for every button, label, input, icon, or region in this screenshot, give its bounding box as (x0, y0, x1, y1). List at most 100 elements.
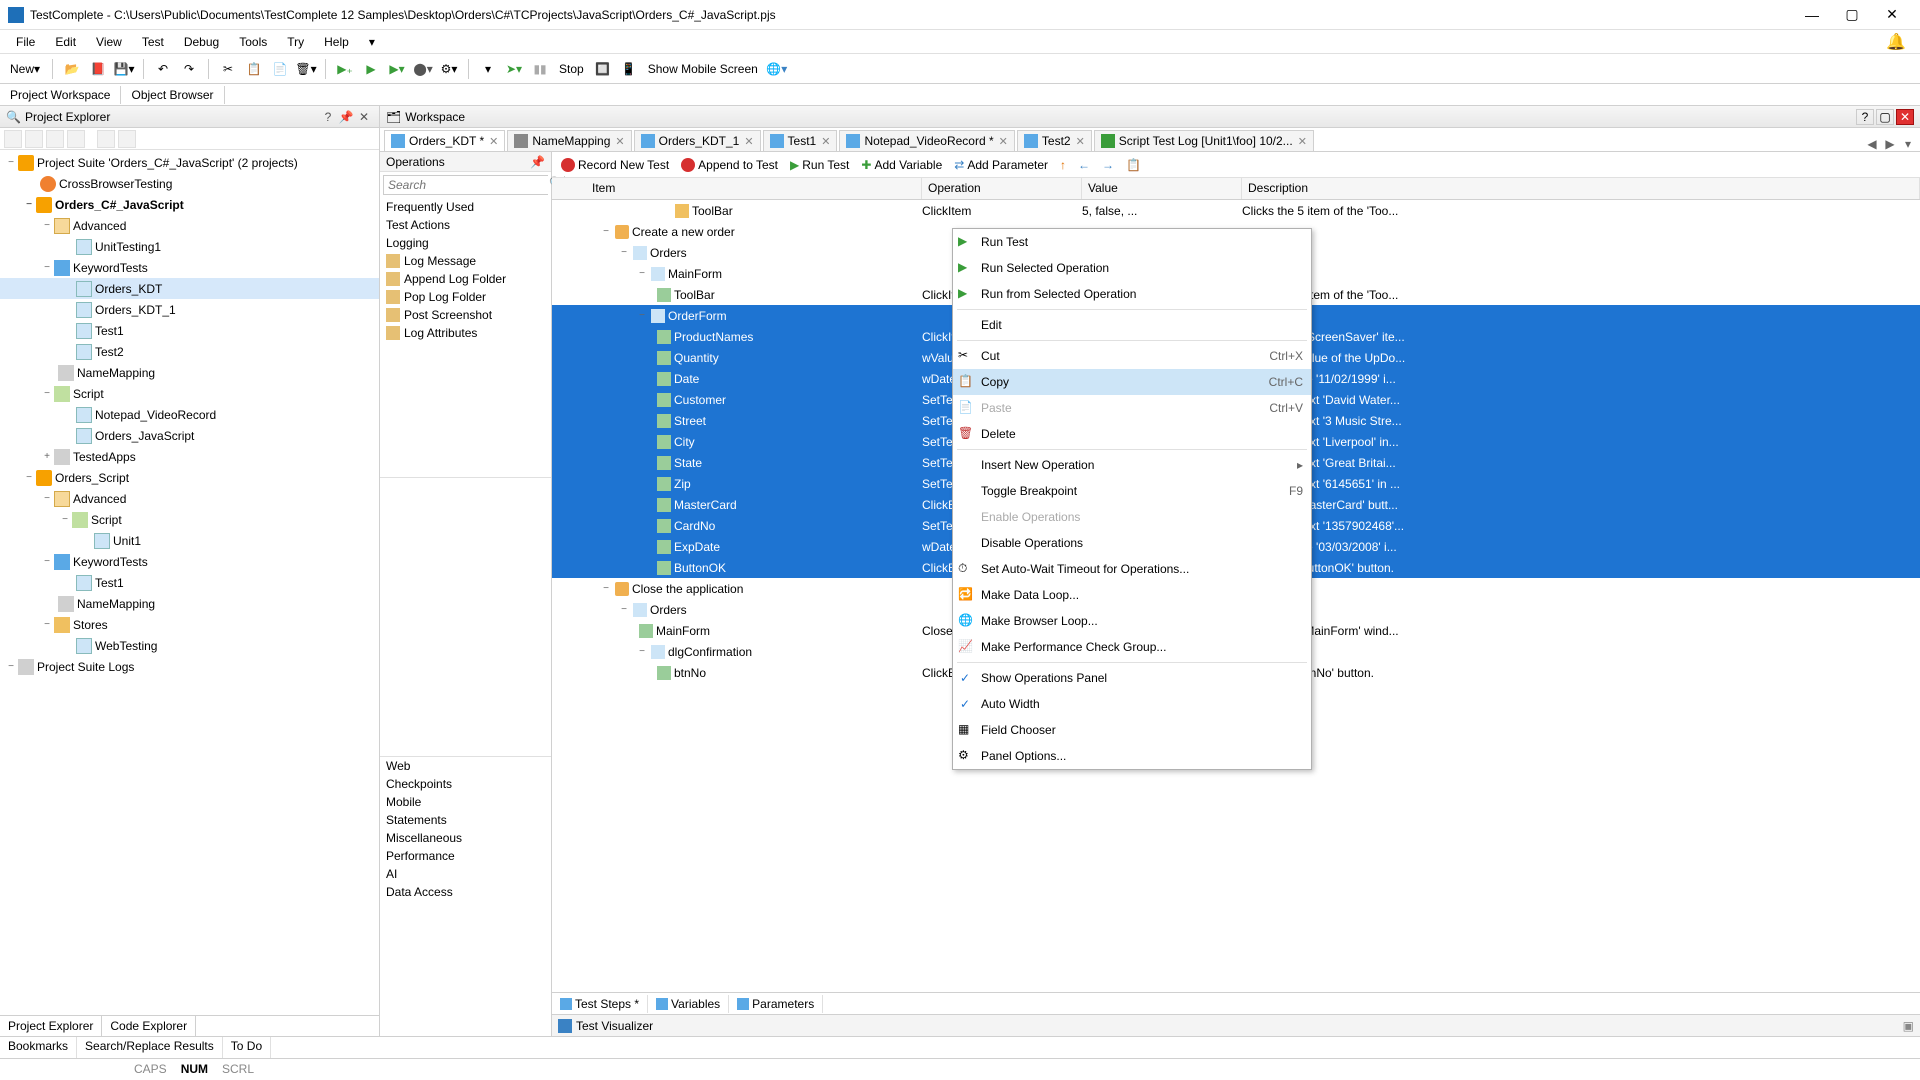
ops-cat-ai[interactable]: AI (380, 865, 551, 883)
close-project-icon[interactable]: 📕 (87, 58, 109, 80)
menu-tools[interactable]: Tools (231, 33, 275, 51)
tree-logs[interactable]: Project Suite Logs (37, 660, 134, 674)
visualizer-expand-icon[interactable]: ▣ (1903, 1019, 1914, 1033)
pause-icon[interactable]: ▮▮ (529, 58, 551, 80)
ctx-run-selected[interactable]: ▶Run Selected Operation (953, 255, 1311, 281)
ops-append-folder[interactable]: Append Log Folder (380, 270, 551, 288)
tree-test2[interactable]: Test2 (95, 345, 124, 359)
tree-adv[interactable]: Advanced (73, 219, 126, 233)
highlight-icon[interactable]: 🔲 (592, 58, 614, 80)
ctx-auto-width[interactable]: ✓Auto Width (953, 691, 1311, 717)
tree-nm2[interactable]: NameMapping (77, 597, 155, 611)
tb1[interactable] (4, 130, 22, 148)
tree-kwt2[interactable]: KeywordTests (73, 555, 148, 569)
menu-file[interactable]: File (8, 33, 43, 51)
append-to-test[interactable]: Append to Test (678, 157, 781, 173)
ctx-disable[interactable]: Disable Operations (953, 530, 1311, 556)
tree-kwt[interactable]: KeywordTests (73, 261, 148, 275)
record-new-test[interactable]: Record New Test (558, 157, 672, 173)
tb5[interactable] (97, 130, 115, 148)
doc-tab-test1[interactable]: Test1✕ (763, 130, 838, 151)
tab-prev-icon[interactable]: ◀ (1864, 137, 1880, 151)
tab-menu-icon[interactable]: ▾ (1900, 137, 1916, 151)
ctx-browser-loop[interactable]: 🌐Make Browser Loop... (953, 608, 1311, 634)
clipboard-icon[interactable]: 📋 (1123, 157, 1144, 173)
ctx-run-test[interactable]: ▶Run Test (953, 229, 1311, 255)
tree-root[interactable]: Project Suite 'Orders_C#_JavaScript' (2 … (37, 156, 298, 170)
ctx-edit[interactable]: Edit (953, 312, 1311, 338)
left-arrow-icon[interactable]: ← (1075, 157, 1093, 173)
ops-cat-actions[interactable]: Test Actions (380, 216, 551, 234)
ops-cat-web[interactable]: Web (380, 757, 551, 775)
pin-icon[interactable]: 📌 (337, 110, 355, 124)
minimize-button[interactable]: — (1792, 3, 1832, 27)
ctx-cut[interactable]: ✂CutCtrl+X (953, 343, 1311, 369)
record-test-icon[interactable]: ⬤▾ (412, 58, 434, 80)
tree-proj2[interactable]: Orders_Script (55, 471, 129, 485)
new-dropdown[interactable]: New ▾ (6, 58, 44, 80)
add-parameter[interactable]: ⇄Add Parameter (951, 157, 1051, 173)
ops-cat-data[interactable]: Data Access (380, 883, 551, 901)
col-item[interactable]: Item (552, 178, 922, 199)
ctx-insert[interactable]: Insert New Operation▸ (953, 452, 1311, 478)
mobile-icon[interactable]: 📱 (618, 58, 640, 80)
undo-icon[interactable]: ↶ (152, 58, 174, 80)
tab-parameters[interactable]: Parameters (729, 995, 823, 1013)
save-icon[interactable]: 💾▾ (113, 58, 135, 80)
settings-icon[interactable]: ⚙▾ (438, 58, 460, 80)
tab-bookmarks[interactable]: Bookmarks (0, 1037, 77, 1058)
col-operation[interactable]: Operation (922, 178, 1082, 199)
menu-try[interactable]: Try (279, 33, 312, 51)
run-test-btn[interactable]: ▶Run Test (787, 157, 852, 173)
run-test-icon[interactable]: ▶₊ (334, 58, 356, 80)
tree-proj1[interactable]: Orders_C#_JavaScript (55, 198, 184, 212)
tab-project-workspace[interactable]: Project Workspace (0, 86, 121, 104)
menu-help[interactable]: Help (316, 33, 357, 51)
project-tree[interactable]: −Project Suite 'Orders_C#_JavaScript' (2… (0, 150, 379, 1015)
close-button[interactable]: ✕ (1872, 3, 1912, 27)
tree-webtesting[interactable]: WebTesting (95, 639, 157, 653)
ops-cat-mobile[interactable]: Mobile (380, 793, 551, 811)
ops-cat-statements[interactable]: Statements (380, 811, 551, 829)
tb4[interactable] (67, 130, 85, 148)
redo-icon[interactable]: ↷ (178, 58, 200, 80)
doc-tab-orders-kdt1[interactable]: Orders_KDT_1✕ (634, 130, 761, 151)
doc-tab-orders-kdt[interactable]: Orders_KDT *✕ (384, 130, 505, 151)
tab-todo[interactable]: To Do (223, 1037, 271, 1058)
doc-tab-log[interactable]: Script Test Log [Unit1\foo] 10/2...✕ (1094, 130, 1314, 151)
ctx-copy[interactable]: 📋CopyCtrl+C (953, 369, 1311, 395)
green-arrow-icon[interactable]: ➤▾ (503, 58, 525, 80)
tree-nm[interactable]: NameMapping (77, 366, 155, 380)
tb2[interactable] (25, 130, 43, 148)
tree-stores[interactable]: Stores (73, 618, 108, 632)
notification-icon[interactable]: 🔔 (1880, 32, 1912, 52)
tree-kwt2-test1[interactable]: Test1 (95, 576, 124, 590)
close-panel-icon[interactable]: ✕ (355, 110, 373, 124)
ops-cat-logging[interactable]: Logging (380, 234, 551, 252)
grid-row[interactable]: ToolBarClickItem5, false, ...Clicks the … (552, 200, 1920, 221)
col-description[interactable]: Description (1242, 178, 1920, 199)
up-arrow-icon[interactable]: ↑ (1057, 157, 1069, 173)
ops-log-attr[interactable]: Log Attributes (380, 324, 551, 342)
red-ball-icon[interactable]: ▾ (477, 58, 499, 80)
menu-test[interactable]: Test (134, 33, 172, 51)
ws-close-icon[interactable]: ✕ (1896, 109, 1914, 125)
ops-pop-folder[interactable]: Pop Log Folder (380, 288, 551, 306)
tab-object-browser[interactable]: Object Browser (121, 86, 224, 104)
ctx-panel-options[interactable]: ⚙Panel Options... (953, 743, 1311, 769)
ctx-delete[interactable]: 🗑Delete (953, 421, 1311, 447)
run-focused-icon[interactable]: ▶▾ (386, 58, 408, 80)
tb6[interactable] (118, 130, 136, 148)
tree-orders-kdt[interactable]: Orders_KDT (95, 282, 162, 296)
help-icon[interactable]: ? (319, 110, 337, 124)
stop-button[interactable]: Stop (555, 58, 588, 80)
copy-icon[interactable]: 📋 (243, 58, 265, 80)
doc-tab-test2[interactable]: Test2✕ (1017, 130, 1092, 151)
tree-notepad[interactable]: Notepad_VideoRecord (95, 408, 216, 422)
ctx-run-from[interactable]: ▶Run from Selected Operation (953, 281, 1311, 307)
ops-post-screenshot[interactable]: Post Screenshot (380, 306, 551, 324)
menu-more[interactable]: ▾ (361, 33, 383, 51)
tab-next-icon[interactable]: ▶ (1882, 137, 1898, 151)
menu-view[interactable]: View (88, 33, 130, 51)
menu-debug[interactable]: Debug (176, 33, 227, 51)
